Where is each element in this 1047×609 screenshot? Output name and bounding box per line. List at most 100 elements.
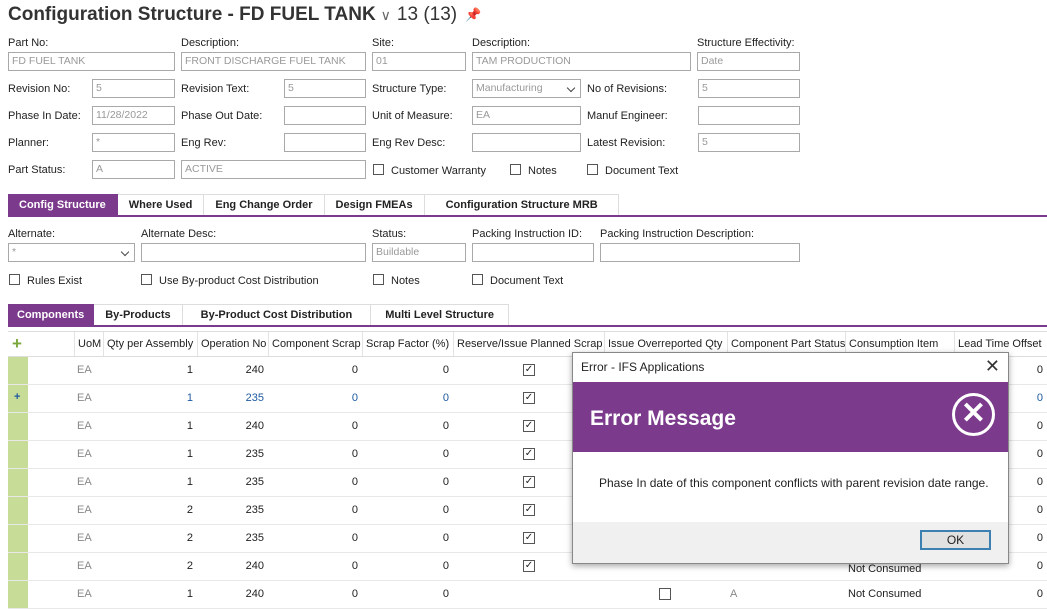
notes-checkbox[interactable] [510,164,521,175]
eng-rev-field[interactable] [284,133,366,152]
packing-instruction-desc-field[interactable] [600,243,800,262]
col-operation-no[interactable]: Operation No [197,332,268,356]
site-description-field[interactable]: TAM PRODUCTION [472,52,691,71]
cell-component-scrap: 0 [351,504,358,516]
part-status-field[interactable]: A [92,160,175,179]
col-uom[interactable]: UoM [74,332,103,356]
status-field[interactable]: Buildable [372,243,466,262]
tab-by-product-cost-distribution[interactable]: By-Product Cost Distribution [182,304,372,325]
cell-qty: 1 [186,364,193,376]
tab-eng-change-order[interactable]: Eng Change Order [204,194,325,215]
cell-operation-no: 240 [245,420,264,432]
customer-warranty-checkbox[interactable] [373,164,384,175]
planner-field[interactable]: * [92,133,175,152]
packing-instruction-id-field[interactable] [472,243,594,262]
tab-multi-level-structure[interactable]: Multi Level Structure [371,304,509,325]
planner-label: Planner: [8,137,49,149]
description-field[interactable]: FRONT DISCHARGE FUEL TANK [181,52,366,71]
notes-label: Notes [528,165,557,177]
ok-button[interactable]: OK [920,530,991,550]
reserve-scrap-checkbox[interactable]: ✓ [523,476,535,488]
structure-type-select[interactable]: Manufacturing [472,79,581,98]
revision-text-field[interactable]: 5 [284,79,366,98]
reserve-scrap-checkbox[interactable]: ✓ [523,420,535,432]
use-byproduct-label: Use By-product Cost Distribution [159,275,319,287]
cell-operation-no: 235 [245,448,264,460]
cell-component-part-status: A [730,588,738,600]
cell-scrap-factor: 0 [442,420,449,432]
dialog-message: Phase In date of this component conflict… [599,476,989,490]
eng-rev-desc-label: Eng Rev Desc: [372,137,446,149]
row-gutter [8,553,28,580]
latest-revision-label: Latest Revision: [587,137,666,149]
cell-scrap-factor: 0 [442,588,449,600]
issue-overreported-checkbox[interactable] [659,588,671,600]
tab-design-fmeas[interactable]: Design FMEAs [324,194,425,215]
eng-rev-desc-field[interactable] [472,133,581,152]
col-component-scrap[interactable]: Component Scrap [268,332,362,356]
chevron-down-icon[interactable]: ∨ [381,7,391,24]
cell-qty: 2 [186,504,193,516]
rules-exist-label: Rules Exist [27,275,83,287]
phase-in-date-label: Phase In Date: [8,110,81,122]
tab-where-used[interactable]: Where Used [117,194,205,215]
alternate-desc-field[interactable] [141,243,366,262]
manuf-engineer-field[interactable] [698,106,800,125]
site-description-label: Description: [472,37,531,49]
cell-scrap-factor: 0 [442,476,449,488]
site-field[interactable]: 01 [372,52,466,71]
cell-component-scrap: 0 [351,420,358,432]
reserve-scrap-checkbox[interactable]: ✓ [523,448,535,460]
cell-scrap-factor: 0 [442,532,449,544]
phase-out-date-field[interactable] [284,106,366,125]
table-row[interactable]: EA 1 240 0 0 A Not Consumed 0 [8,581,1047,609]
alternate-label: Alternate: [8,228,56,240]
reserve-scrap-checkbox[interactable]: ✓ [523,532,535,544]
latest-revision-field[interactable]: 5 [698,133,800,152]
structure-type-label: Structure Type: [372,83,447,95]
revision-no-field[interactable]: 5 [92,79,175,98]
row-gutter [8,581,28,608]
site-label: Site: [372,37,395,49]
phase-in-date-field[interactable]: 11/28/2022 [92,106,175,125]
cell-component-scrap: 0 [351,448,358,460]
part-no-field[interactable]: FD FUEL TANK [8,52,175,71]
dialog-body: Phase In date of this component conflict… [573,452,1008,522]
structure-effectivity-field[interactable]: Date [697,52,800,71]
main-tabs: Config Structure Where Used Eng Change O… [8,194,1047,217]
cell-qty: 1 [186,392,193,404]
use-byproduct-checkbox[interactable] [141,274,152,285]
row-gutter [8,469,28,496]
tab-config-structure[interactable]: Config Structure [8,194,118,215]
grid-add-area: + [8,332,28,356]
status-label: Status: [372,228,407,240]
close-icon[interactable]: ✕ [985,356,1000,376]
sub-document-text-checkbox[interactable] [472,274,483,285]
pin-icon[interactable]: 📌 [465,7,481,23]
cell-scrap-factor: 0 [442,392,449,404]
cell-qty: 1 [186,448,193,460]
add-row-icon[interactable]: + [12,334,22,354]
reserve-scrap-checkbox[interactable]: ✓ [523,364,535,376]
col-scrap-factor[interactable]: Scrap Factor (%) [362,332,453,356]
unit-of-measure-field[interactable]: EA [472,106,581,125]
reserve-scrap-checkbox[interactable]: ✓ [523,504,535,516]
tab-by-products[interactable]: By-Products [94,304,183,325]
tab-components[interactable]: Components [8,304,95,325]
rules-exist-checkbox[interactable] [9,274,20,285]
col-qty-per-assembly[interactable]: Qty per Assembly [103,332,197,356]
row-gutter [8,413,28,440]
alternate-select[interactable]: * [8,243,135,262]
part-no-label: Part No: [8,37,49,49]
error-dialog: Error - IFS Applications ✕ Error Message… [572,352,1009,564]
cell-uom: EA [77,448,92,460]
reserve-scrap-checkbox[interactable]: ✓ [523,392,535,404]
cell-component-scrap: 0 [351,392,358,404]
tab-configuration-structure-mrb[interactable]: Configuration Structure MRB [424,194,619,215]
sub-notes-checkbox[interactable] [373,274,384,285]
document-text-checkbox[interactable] [587,164,598,175]
reserve-scrap-checkbox[interactable]: ✓ [523,560,535,572]
cell-operation-no: 240 [245,560,264,572]
no-of-revisions-field[interactable]: 5 [698,79,800,98]
cell-component-scrap: 0 [351,476,358,488]
